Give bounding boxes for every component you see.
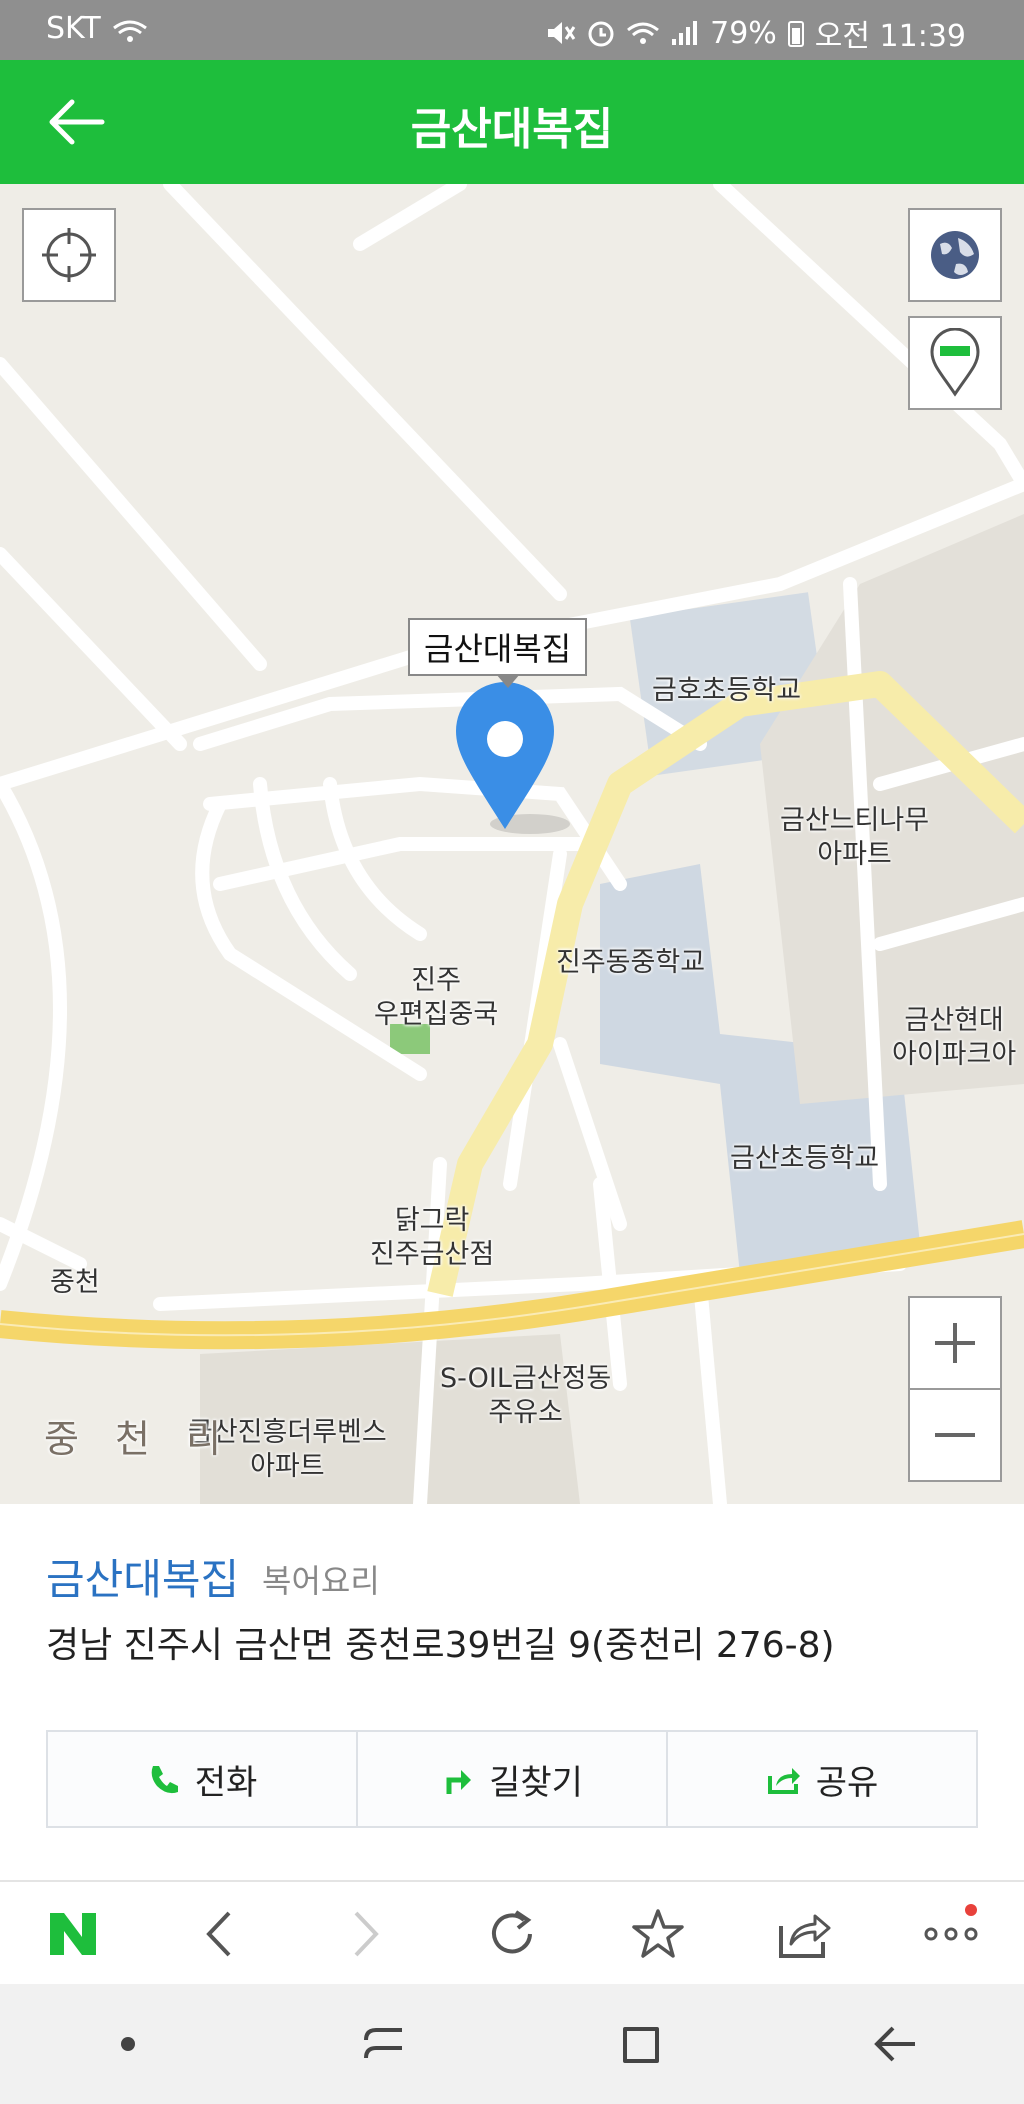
signal-icon — [672, 21, 698, 45]
system-back-button[interactable] — [851, 1999, 941, 2089]
map-label-school[interactable]: 진주동중학교 — [556, 946, 705, 980]
globe-icon — [931, 231, 979, 279]
phone-icon — [151, 1766, 178, 1794]
star-icon — [632, 1909, 685, 1958]
map-label-area: 중천 — [50, 1267, 100, 1298]
zoom-in-button[interactable] — [908, 1296, 1002, 1390]
home-square-icon — [623, 2027, 659, 2063]
back-arrow-icon — [874, 2026, 915, 2062]
place-address: 경남 진주시 금산면 중천로39번길 9(중천리 276-8) — [46, 1625, 835, 1666]
location-pin-icon — [456, 682, 570, 834]
call-button[interactable]: 전화 — [48, 1732, 358, 1826]
map-label-post-office[interactable]: 진주 우편집중국 — [374, 964, 498, 1032]
page-title: 금산대복집 — [410, 104, 614, 155]
bookmark-button[interactable] — [618, 1894, 698, 1974]
directions-button[interactable]: 길찾기 — [358, 1732, 668, 1826]
place-name-link[interactable]: 금산대복집 — [46, 1546, 239, 1607]
app-bar: 금산대복집 — [0, 60, 1024, 184]
map-label-apartment[interactable]: 금산현대 아이파크아 — [892, 1004, 1016, 1072]
back-nav-button[interactable] — [179, 1894, 259, 1974]
status-icons: 79% 오전 11:39 — [544, 11, 966, 55]
battery-icon — [787, 21, 804, 47]
naver-logo-icon — [50, 1913, 97, 1955]
wifi-calling-icon — [113, 20, 147, 42]
directions-arrow-icon — [446, 1770, 472, 1794]
share-label: 공유 — [815, 1762, 879, 1803]
map-label-village: 중 천 리 — [44, 1417, 234, 1461]
map-type-button[interactable] — [908, 208, 1002, 302]
map-label-school[interactable]: 금호초등학교 — [652, 674, 801, 708]
call-label: 전화 — [194, 1762, 258, 1803]
more-menu-button[interactable] — [911, 1894, 991, 1974]
recents-icon — [364, 2028, 402, 2059]
notification-dot — [964, 1904, 977, 1916]
forward-nav-button[interactable] — [326, 1894, 406, 1974]
chevron-right-icon — [354, 1911, 379, 1957]
status-bar: SKT 79% 오전 11:39 — [0, 0, 1024, 60]
share-arrow-icon — [778, 1914, 831, 1958]
share-page-button[interactable] — [765, 1894, 845, 1974]
place-info-panel: 금산대복집 복어요리 경남 진주시 금산면 중천로39번길 9(중천리 276-… — [0, 1504, 1024, 1880]
share-icon — [767, 1768, 800, 1794]
battery-percent: 79% — [710, 15, 777, 51]
place-callout[interactable]: 금산대복집 — [408, 618, 588, 688]
recent-apps-button[interactable] — [339, 1999, 429, 2089]
my-location-button[interactable] — [22, 208, 116, 302]
action-bar: 전화 길찾기 공유 — [46, 1730, 978, 1828]
map-label-apartment[interactable]: 금산느티나무 아파트 — [780, 804, 929, 872]
refresh-button[interactable] — [472, 1894, 552, 1974]
crosshair-icon — [42, 228, 96, 282]
marker-toggle-button[interactable] — [908, 316, 1002, 410]
map-label-restaurant[interactable]: 닭그락 진주금산점 — [370, 1204, 494, 1272]
minus-icon — [935, 1433, 975, 1437]
place-category: 복어요리 — [262, 1562, 380, 1600]
home-button[interactable] — [595, 1999, 685, 2089]
wifi-icon — [627, 22, 660, 44]
clock: 오전 11:39 — [814, 19, 966, 54]
plus-icon — [935, 1323, 975, 1363]
naver-home-button[interactable] — [33, 1894, 113, 1974]
map-label-school[interactable]: 금산초등학교 — [730, 1142, 879, 1176]
map-view[interactable]: 금산대복집 금호초등학교 금산느티나무 아파트 진주동중학교 진주 우편집중국 … — [0, 184, 1024, 1504]
share-button[interactable]: 공유 — [668, 1732, 976, 1826]
chevron-left-icon — [206, 1911, 231, 1957]
browser-toolbar — [0, 1880, 1024, 1986]
map-label-gas-station[interactable]: S-OIL금산정동 주유소 — [440, 1362, 611, 1430]
map-marker-icon — [930, 328, 980, 397]
refresh-icon — [492, 1910, 532, 1954]
alarm-icon — [588, 21, 614, 47]
carrier-label: SKT — [46, 11, 101, 46]
directions-label: 길찾기 — [489, 1762, 583, 1803]
system-nav-bar — [0, 1984, 1024, 2104]
mute-icon — [548, 22, 576, 44]
nav-dot-button[interactable] — [83, 1999, 173, 2089]
zoom-out-button[interactable] — [908, 1388, 1002, 1482]
dot-icon — [121, 2037, 135, 2051]
more-dots-icon — [924, 1927, 978, 1941]
